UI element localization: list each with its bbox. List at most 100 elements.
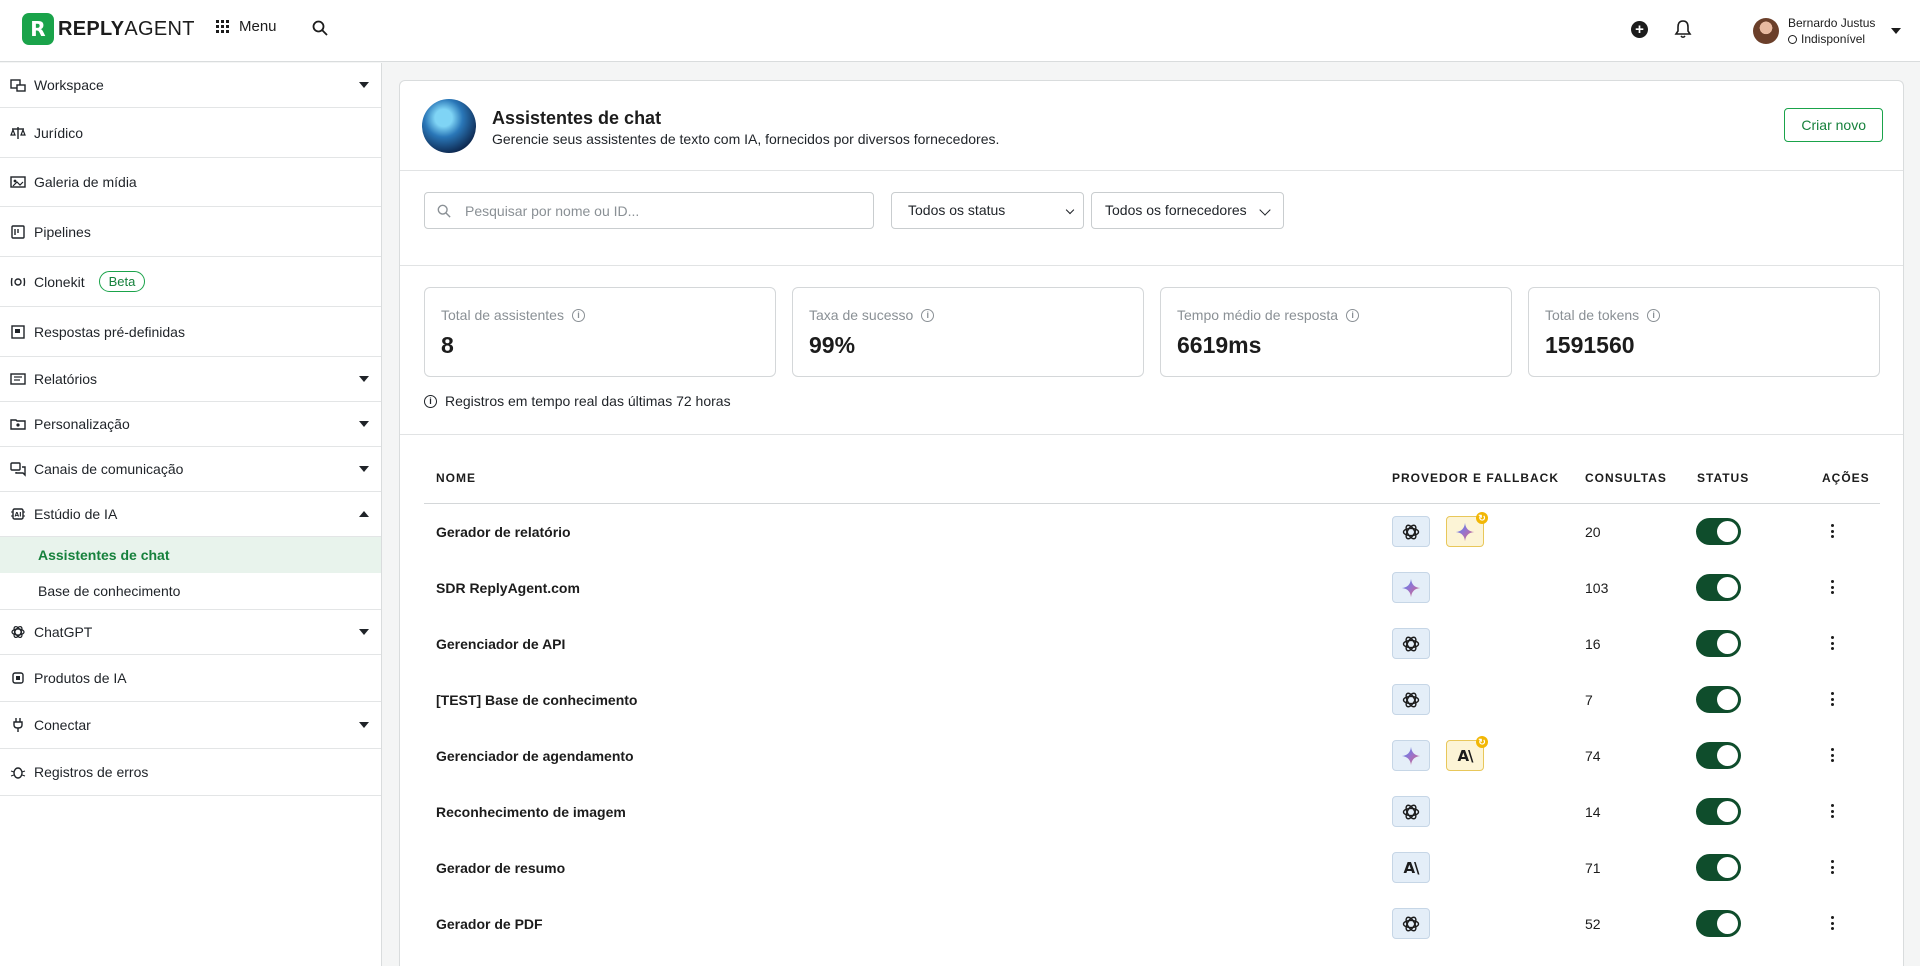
sidebar-item-label: ChatGPT xyxy=(34,624,93,640)
sync-icon: ↻ xyxy=(1476,512,1488,524)
sidebar-item-personalizacao[interactable]: Personalização xyxy=(0,402,381,447)
queries-count: 14 xyxy=(1585,804,1601,820)
sidebar-item-canais[interactable]: Canais de comunicação xyxy=(0,447,381,492)
column-header-name: NOME xyxy=(436,471,476,485)
add-icon[interactable]: + xyxy=(1631,21,1648,38)
bell-icon[interactable] xyxy=(1674,19,1692,39)
sidebar-item-conectar[interactable]: Conectar xyxy=(0,702,381,749)
status-toggle[interactable] xyxy=(1696,574,1741,601)
sidebar-item-juridico[interactable]: Jurídico xyxy=(0,108,381,158)
status-toggle[interactable] xyxy=(1696,854,1741,881)
page-header: Assistentes de chat Gerencie seus assist… xyxy=(400,81,1903,171)
table-header: NOME PROVEDOR E FALLBACK CONSULTAS STATU… xyxy=(424,436,1880,504)
stat-card-tempo-medio: Tempo médio de resposta i 6619ms xyxy=(1160,287,1512,377)
assistant-name[interactable]: Gerador de relatório xyxy=(436,524,571,540)
table-row[interactable]: [TEST] Base de conhecimento 7 xyxy=(424,672,1880,728)
stat-card-total-tokens: Total de tokens i 1591560 xyxy=(1528,287,1880,377)
stats-note: i Registros em tempo real das últimas 72… xyxy=(424,393,731,409)
sidebar-item-respostas[interactable]: Respostas pré-definidas xyxy=(0,307,381,357)
table-row[interactable]: Gerador de PDF 52 xyxy=(424,896,1880,952)
sidebar-item-galeria[interactable]: Galeria de mídia xyxy=(0,158,381,207)
status-select[interactable]: Todos os status xyxy=(891,192,1084,229)
more-actions-icon[interactable] xyxy=(1829,802,1835,820)
assistants-table: NOME PROVEDOR E FALLBACK CONSULTAS STATU… xyxy=(424,436,1880,952)
more-actions-icon[interactable] xyxy=(1829,914,1835,932)
assistant-name[interactable]: Gerador de PDF xyxy=(436,916,543,932)
brand-logo[interactable]: R REPLYAGENT xyxy=(22,13,195,45)
sidebar-item-pipelines[interactable]: Pipelines xyxy=(0,207,381,257)
stat-label: Tempo médio de resposta xyxy=(1177,307,1339,323)
info-icon[interactable]: i xyxy=(1647,308,1661,322)
sidebar-subitem-assistentes[interactable]: Assistentes de chat xyxy=(0,537,381,573)
provider-badge xyxy=(1392,740,1430,771)
more-actions-icon[interactable] xyxy=(1829,634,1835,652)
create-new-button[interactable]: Criar novo xyxy=(1784,108,1883,142)
table-row[interactable]: SDR ReplyAgent.com 103 xyxy=(424,560,1880,616)
table-row[interactable]: Reconhecimento de imagem 14 xyxy=(424,784,1880,840)
table-row[interactable]: Gerenciador de API 16 xyxy=(424,616,1880,672)
table-row[interactable]: Gerenciador de agendamento A\ ↻ 74 xyxy=(424,728,1880,784)
sidebar-item-label: Galeria de mídia xyxy=(34,174,137,190)
search-icon[interactable] xyxy=(312,20,328,36)
page-subtitle: Gerencie seus assistentes de texto com I… xyxy=(492,131,1000,147)
assistant-name[interactable]: Gerenciador de agendamento xyxy=(436,748,634,764)
search-field[interactable] xyxy=(424,192,874,229)
assistant-name[interactable]: SDR ReplyAgent.com xyxy=(436,580,580,596)
caret-down-icon xyxy=(359,421,369,427)
status-toggle[interactable] xyxy=(1696,518,1741,545)
page-title: Assistentes de chat xyxy=(492,108,662,128)
status-toggle[interactable] xyxy=(1696,910,1741,937)
main-panel: Assistentes de chat Gerencie seus assist… xyxy=(399,80,1904,966)
queries-count: 7 xyxy=(1585,692,1593,708)
more-actions-icon[interactable] xyxy=(1829,858,1835,876)
status-toggle[interactable] xyxy=(1696,742,1741,769)
stat-card-taxa-sucesso: Taxa de sucesso i 99% xyxy=(792,287,1144,377)
caret-down-icon xyxy=(359,376,369,382)
anthropic-icon: A\ xyxy=(1457,746,1473,765)
queries-count: 74 xyxy=(1585,748,1601,764)
sidebar-item-estudio-ia[interactable]: AI Estúdio de IA xyxy=(0,492,381,537)
table-row[interactable]: Gerador de relatório ↻ 20 xyxy=(424,504,1880,560)
more-actions-icon[interactable] xyxy=(1829,690,1835,708)
sidebar-item-relatorios[interactable]: Relatórios xyxy=(0,357,381,402)
caret-down-icon xyxy=(1891,28,1902,34)
scale-icon xyxy=(10,125,26,141)
user-menu[interactable]: Bernardo Justus Indisponível xyxy=(1753,15,1902,47)
provider-badge xyxy=(1392,796,1430,827)
status-toggle[interactable] xyxy=(1696,630,1741,657)
sidebar-item-label: Personalização xyxy=(34,416,130,432)
bug-icon xyxy=(10,764,26,780)
menu-label: Menu xyxy=(239,18,277,35)
stat-label: Total de assistentes xyxy=(441,307,564,323)
assistant-name[interactable]: Reconhecimento de imagem xyxy=(436,804,626,820)
info-icon[interactable]: i xyxy=(921,308,935,322)
user-name: Bernardo Justus xyxy=(1788,16,1876,30)
sidebar-subitem-base-conhecimento[interactable]: Base de conhecimento xyxy=(0,573,381,609)
caret-down-icon xyxy=(359,722,369,728)
info-icon[interactable]: i xyxy=(1346,308,1360,322)
assistant-name[interactable]: Gerenciador de API xyxy=(436,636,565,652)
sidebar-item-workspace[interactable]: Workspace xyxy=(0,63,381,108)
more-actions-icon[interactable] xyxy=(1829,522,1835,540)
more-actions-icon[interactable] xyxy=(1829,746,1835,764)
ai-chip-icon: AI xyxy=(10,506,26,522)
status-toggle[interactable] xyxy=(1696,798,1741,825)
sidebar-item-produtos-ia[interactable]: Produtos de IA xyxy=(0,655,381,702)
column-header-provider: PROVEDOR E FALLBACK xyxy=(1392,471,1560,485)
more-actions-icon[interactable] xyxy=(1829,578,1835,596)
table-row[interactable]: Gerador de resumo A\ 71 xyxy=(424,840,1880,896)
queries-count: 103 xyxy=(1585,580,1609,596)
plug-icon xyxy=(10,717,26,733)
assistant-name[interactable]: [TEST] Base de conhecimento xyxy=(436,692,637,708)
clone-icon xyxy=(10,274,26,290)
sidebar-item-chatgpt[interactable]: ChatGPT xyxy=(0,610,381,655)
search-input[interactable] xyxy=(465,193,865,228)
assistant-name[interactable]: Gerador de resumo xyxy=(436,860,565,876)
status-toggle[interactable] xyxy=(1696,686,1741,713)
chat-icon xyxy=(10,461,26,477)
menu-button[interactable]: Menu xyxy=(216,18,277,35)
sidebar-item-registros-erros[interactable]: Registros de erros xyxy=(0,749,381,796)
provider-select[interactable]: Todos os fornecedores xyxy=(1091,192,1284,229)
info-icon[interactable]: i xyxy=(571,308,585,322)
sidebar-item-clonekit[interactable]: Clonekit Beta xyxy=(0,257,381,307)
